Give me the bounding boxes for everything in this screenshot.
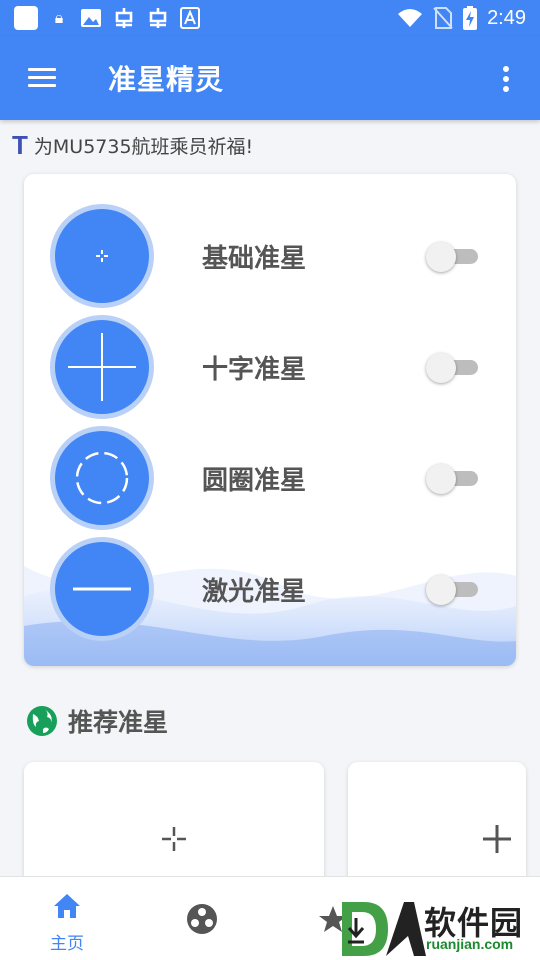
crosshair-row-laser: 激光准星 <box>24 537 516 641</box>
app-title: 准星精灵 <box>108 63 225 96</box>
laser-crosshair-toggle[interactable] <box>426 573 478 605</box>
watermark-domain: ruanjian.com <box>426 936 514 952</box>
notice-banner: T 为MU5735航班乘员祈福! <box>12 128 253 162</box>
bug-icon <box>149 8 167 28</box>
cross-crosshair-icon <box>483 825 511 853</box>
crosshair-card: 基础准星 十字准星 圆圈准星 激光准星 <box>24 174 516 666</box>
wifi-icon <box>398 9 423 27</box>
watermark-logo: 软件园 ruanjian.com <box>338 898 540 960</box>
circle-crosshair-icon <box>75 451 129 505</box>
cross-crosshair-icon <box>68 333 136 401</box>
battery-charging-icon <box>463 6 478 30</box>
bug-icon <box>115 8 133 28</box>
app-square-icon <box>14 6 38 30</box>
crosshair-label: 十字准星 <box>202 355 307 385</box>
basic-crosshair-button[interactable] <box>50 204 154 308</box>
lock-icon: 🔒︎ <box>54 8 64 27</box>
crosshair-label: 基础准星 <box>202 244 307 274</box>
circle-crosshair-toggle[interactable] <box>426 462 478 494</box>
notice-text: 为MU5735航班乘员祈福! <box>33 135 254 158</box>
nav-item-home[interactable]: 主页 <box>7 877 127 960</box>
status-time: 2:49 <box>487 6 526 29</box>
small-crosshair-icon <box>96 250 108 262</box>
more-options-icon[interactable] <box>500 66 512 92</box>
community-icon <box>187 904 217 934</box>
image-icon <box>81 9 101 27</box>
no-sim-icon <box>433 7 453 29</box>
nav-item-community[interactable] <box>142 877 262 960</box>
home-icon <box>54 894 80 918</box>
recommended-header: 推荐准星 <box>26 702 168 740</box>
crosshair-label: 激光准星 <box>202 577 307 607</box>
app-bar: 准星精灵 <box>0 36 540 120</box>
status-bar: 🔒︎ 2:49 <box>0 0 540 36</box>
small-crosshair-icon <box>162 827 186 851</box>
globe-icon <box>27 706 57 736</box>
crosshair-row-cross: 十字准星 <box>24 315 516 419</box>
crosshair-row-circle: 圆圈准星 <box>24 426 516 530</box>
nav-label: 主页 <box>50 934 84 954</box>
t-notice-icon: T <box>12 129 28 160</box>
laser-crosshair-button[interactable] <box>50 537 154 641</box>
laser-crosshair-icon <box>73 587 131 591</box>
recommended-title: 推荐准星 <box>68 708 169 737</box>
font-icon <box>180 7 200 29</box>
cross-crosshair-button[interactable] <box>50 315 154 419</box>
crosshair-label: 圆圈准星 <box>202 466 307 496</box>
cross-crosshair-toggle[interactable] <box>426 351 478 383</box>
menu-icon[interactable] <box>28 68 56 88</box>
basic-crosshair-toggle[interactable] <box>426 240 478 272</box>
watermark-da-icon <box>342 902 426 956</box>
crosshair-row-basic: 基础准星 <box>24 204 516 308</box>
circle-crosshair-button[interactable] <box>50 426 154 530</box>
